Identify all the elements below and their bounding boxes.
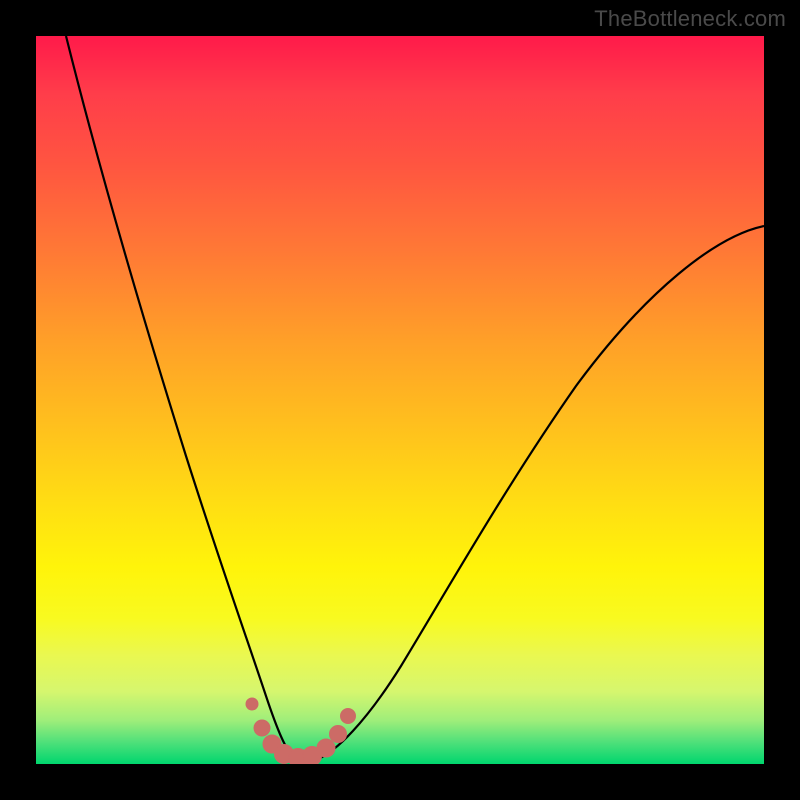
bottleneck-curve-svg: [36, 36, 764, 764]
chart-plot-area: [36, 36, 764, 764]
chart-frame: TheBottleneck.com: [0, 0, 800, 800]
watermark-text: TheBottleneck.com: [594, 6, 786, 32]
bottleneck-curve-path: [66, 36, 764, 760]
optimal-marker: [246, 698, 356, 764]
